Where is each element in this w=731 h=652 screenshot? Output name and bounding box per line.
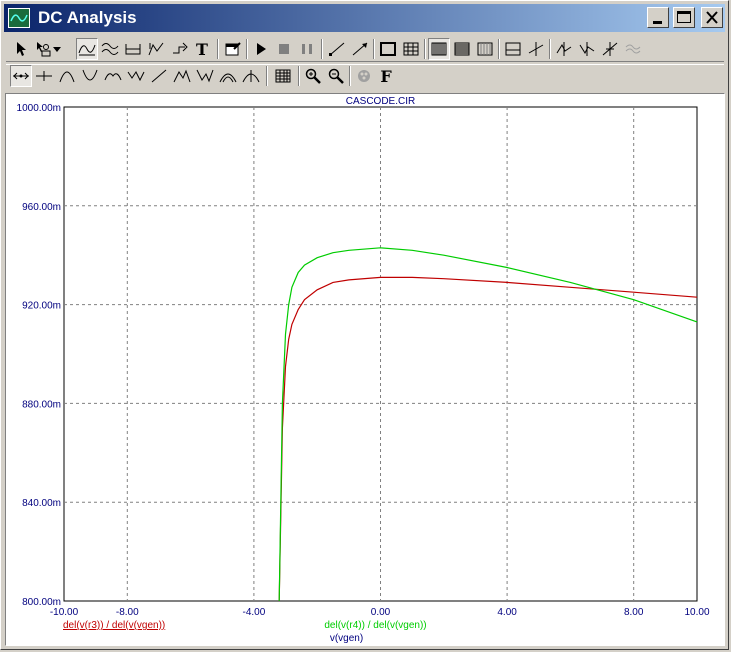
- pause-icon[interactable]: [296, 38, 318, 60]
- grid-major-icon[interactable]: [451, 38, 473, 60]
- plot-area[interactable]: CASCODE.CIR 1000.00m 960.00m 920.00m 880.00m…: [5, 93, 725, 646]
- global-high-icon[interactable]: [171, 65, 193, 87]
- peak-left-icon[interactable]: [56, 65, 78, 87]
- trace-icon[interactable]: [122, 38, 144, 60]
- high-icon[interactable]: [102, 65, 124, 87]
- axis-icon[interactable]: [502, 38, 524, 60]
- y-tick-label: 840.00m: [22, 498, 61, 509]
- font-icon[interactable]: F: [375, 65, 397, 87]
- plot-frame-icon[interactable]: [377, 38, 399, 60]
- graph-mode-icon[interactable]: [76, 38, 98, 60]
- grid-minor-icon[interactable]: [428, 38, 450, 60]
- bottom-icon[interactable]: [240, 65, 262, 87]
- toolbar-separator: [298, 66, 300, 86]
- chart-title: CASCODE.CIR: [346, 96, 415, 107]
- waveform-icon[interactable]: [622, 38, 644, 60]
- toolbar-separator: [373, 39, 375, 59]
- grid-icon[interactable]: [400, 38, 422, 60]
- tag-mode-icon[interactable]: [169, 38, 191, 60]
- zoom-in-icon[interactable]: [302, 65, 324, 87]
- data-table-icon[interactable]: [272, 65, 294, 87]
- x-tick-label: 4.00: [497, 607, 517, 618]
- grid-bold-icon[interactable]: [474, 38, 496, 60]
- close-button[interactable]: [701, 7, 723, 28]
- x-axis-label: v(vgen): [330, 633, 363, 644]
- slope-icon[interactable]: [599, 38, 621, 60]
- select-arrow-icon[interactable]: [10, 38, 32, 60]
- toolbar-separator: [424, 39, 426, 59]
- waveform-app-icon: [8, 8, 30, 28]
- maximize-button[interactable]: [673, 7, 695, 28]
- line-icon[interactable]: [326, 38, 348, 60]
- toolbar-main: T: [6, 36, 724, 62]
- dropdown-arrow-icon[interactable]: [50, 38, 64, 60]
- title-bar[interactable]: DC Analysis: [4, 4, 725, 32]
- toolbar-separator: [349, 66, 351, 86]
- low-icon[interactable]: [125, 65, 147, 87]
- zoom-out-icon[interactable]: [325, 65, 347, 87]
- toolbar-separator: [246, 39, 248, 59]
- legend-series-1: del(v(r3)) / del(v(vgen)): [63, 620, 165, 631]
- stop-icon[interactable]: [273, 38, 295, 60]
- toolbar-cursor: F: [6, 63, 724, 89]
- x-tick-label: 8.00: [624, 607, 644, 618]
- toolbar-separator: [321, 39, 323, 59]
- y-tick-label: 1000.00m: [17, 103, 61, 114]
- toolbar-separator: [217, 39, 219, 59]
- line-arrow-icon[interactable]: [349, 38, 371, 60]
- dc-analysis-window: DC Analysis T F CASCODE.CIR 1000.00m 960…: [0, 0, 729, 650]
- cursor-right-icon[interactable]: [33, 65, 55, 87]
- window-title: DC Analysis: [38, 8, 137, 27]
- x-tick-label: 0.00: [371, 607, 391, 618]
- text-mode-icon[interactable]: T: [191, 38, 213, 60]
- scale-mode-icon[interactable]: [99, 38, 121, 60]
- toolbar-separator: [266, 66, 268, 86]
- peak-icon[interactable]: [553, 38, 575, 60]
- series-line-2: [278, 247, 698, 602]
- x-tick-label: 10.00: [684, 607, 709, 618]
- x-tick-label: -10.00: [50, 607, 79, 618]
- valley-icon[interactable]: [79, 65, 101, 87]
- cursor-left-icon[interactable]: [10, 65, 32, 87]
- y-tick-label: 920.00m: [22, 301, 61, 312]
- cross-icon[interactable]: [525, 38, 547, 60]
- y-tick-label: 960.00m: [22, 202, 61, 213]
- color-icon[interactable]: [353, 65, 375, 87]
- toolbar-separator: [498, 39, 500, 59]
- valley-icon[interactable]: [576, 38, 598, 60]
- x-tick-label: -8.00: [116, 607, 139, 618]
- chart-svg: CASCODE.CIR 1000.00m 960.00m 920.00m 880.00m…: [17, 96, 710, 644]
- cursor-mode-icon[interactable]: [145, 38, 167, 60]
- properties-icon[interactable]: [222, 38, 244, 60]
- y-tick-label: 880.00m: [22, 399, 61, 410]
- series-line-1: [278, 276, 698, 602]
- toolbar-separator: [549, 39, 551, 59]
- minimize-button[interactable]: [647, 7, 669, 28]
- top-icon[interactable]: [217, 65, 239, 87]
- run-icon[interactable]: [250, 38, 272, 60]
- global-low-icon[interactable]: [194, 65, 216, 87]
- legend-series-2: del(v(r4)) / del(v(vgen)): [324, 620, 426, 631]
- inflection-icon[interactable]: [148, 65, 170, 87]
- x-tick-label: -4.00: [243, 607, 266, 618]
